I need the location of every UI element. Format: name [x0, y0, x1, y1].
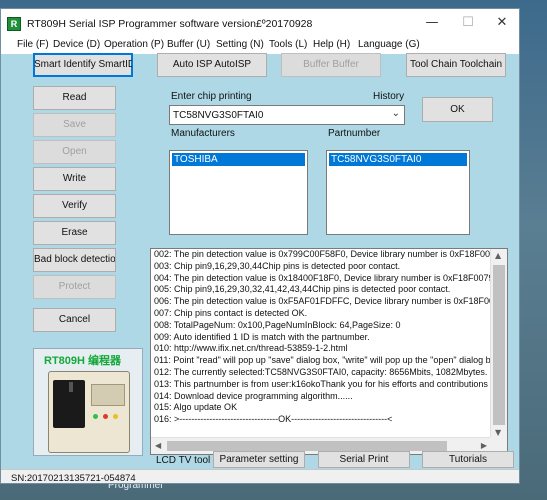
tool-chain-button[interactable]: Tool Chain Toolchain [406, 53, 506, 77]
ok-button[interactable]: OK [422, 97, 493, 122]
log-line: 009: Auto identified 1 ID is match with … [154, 331, 370, 342]
menu-buffer[interactable]: Buffer (U) [167, 39, 210, 50]
log-line: 005: Chip pin9,16,29,30,32,41,42,43,44Ch… [154, 284, 451, 295]
product-title: RT809H 编程器 [44, 355, 122, 367]
vertical-scroll-thumb[interactable] [493, 265, 505, 425]
menu-file[interactable]: File (F) [17, 39, 49, 50]
window-title: RT809H Serial ISP Programmer software ve… [27, 18, 313, 30]
save-button: Save [33, 113, 116, 137]
log-line: 007: Chip pins contact is detected OK. [154, 307, 308, 318]
scroll-up-icon[interactable]: ▲ [495, 251, 501, 260]
history-label: History [373, 91, 405, 102]
verify-button[interactable]: Verify [33, 194, 116, 218]
smart-identify-button[interactable]: Smart Identify SmartID [33, 53, 133, 77]
partnumber-list[interactable]: TC58NVG3S0FTAI0 [326, 150, 470, 235]
horizontal-scroll-thumb[interactable] [167, 441, 447, 451]
log-output[interactable]: 002: The pin detection value is 0x799C00… [150, 248, 508, 455]
log-line: 014: Download device programming algorit… [154, 390, 353, 401]
log-line: 002: The pin detection value is 0x799C00… [154, 249, 491, 259]
manufacturer-item-selected[interactable]: TOSHIBA [172, 153, 305, 166]
led-yellow-icon [113, 414, 118, 419]
menu-tools[interactable]: Tools (L) [269, 39, 307, 50]
serial-number-status: SN:20170213135721-054874 [11, 473, 136, 484]
manufacturers-list[interactable]: TOSHIBA [169, 150, 308, 235]
bad-block-detection-button[interactable]: Bad block detection l [33, 248, 116, 272]
manufacturers-label: Manufacturers [171, 128, 235, 139]
partnumber-label: Partnumber [328, 128, 381, 139]
cancel-button[interactable]: Cancel [33, 308, 116, 332]
log-line: 016: >---------------------------------O… [154, 414, 393, 425]
buffer-button: Buffer Buffer [281, 53, 381, 77]
log-line: 010: http://www.ifix.net.cn/thread-53859… [154, 343, 348, 354]
write-button[interactable]: Write [33, 167, 116, 191]
menu-help[interactable]: Help (H) [313, 39, 350, 50]
scroll-down-icon[interactable]: ▼ [495, 428, 501, 437]
menu-bar: File (F) Device (D) Operation (P) Buffer… [1, 37, 519, 54]
chip-printing-value: TC58NVG3S0FTAI0 [173, 110, 264, 121]
tutorials-button[interactable]: Tutorials [422, 451, 514, 468]
status-bar: SN:20170213135721-054874 [1, 469, 519, 484]
log-line: 006: The pin detection value is 0xF5AF01… [154, 296, 491, 307]
menu-language[interactable]: Language (G) [358, 39, 420, 50]
log-vertical-scrollbar[interactable]: ▲ ▼ [490, 249, 507, 439]
erase-button[interactable]: Erase [33, 221, 116, 245]
chevron-down-icon[interactable]: ⌄ [392, 108, 400, 119]
log-line: 004: The pin detection value is 0x18400F… [154, 272, 491, 283]
menu-operation[interactable]: Operation (P) [104, 39, 164, 50]
scroll-right-icon[interactable]: ▶ [481, 441, 487, 450]
chip-printing-combobox[interactable]: TC58NVG3S0FTAI0 ⌄ [169, 105, 405, 125]
log-line: 013: This partnumber is from user:k16oko… [154, 378, 491, 389]
auto-isp-button[interactable]: Auto ISP AutoISP [157, 53, 267, 77]
lcd-tv-tool-label[interactable]: LCD TV tool [156, 455, 210, 466]
log-lines: 002: The pin detection value is 0x799C00… [151, 249, 491, 426]
log-line: 015: Algo update OK [154, 402, 238, 413]
zif-socket-icon [53, 380, 85, 428]
scroll-left-icon[interactable]: ◀ [155, 441, 161, 450]
programmer-device-icon [48, 371, 130, 453]
menu-device[interactable]: Device (D) [53, 39, 100, 50]
log-line: 012: The currently selected:TC58NVG3S0FT… [154, 366, 488, 377]
read-button[interactable]: Read [33, 86, 116, 110]
programmer-product-image: RT809H 编程器 [33, 348, 143, 456]
partnumber-item-selected[interactable]: TC58NVG3S0FTAI0 [329, 153, 467, 166]
log-line: 008: TotalPageNum: 0x100,PageNumInBlock:… [154, 319, 401, 330]
maximize-button: ☐ [462, 15, 474, 30]
led-green-icon [93, 414, 98, 419]
close-button[interactable]: ✕ [485, 13, 519, 33]
chip-printing-label: Enter chip printing [171, 91, 252, 102]
open-button: Open [33, 140, 116, 164]
minimize-button[interactable]: — [415, 13, 449, 33]
menu-setting[interactable]: Setting (N) [216, 39, 264, 50]
log-line: 011: Point "read" will pop up "save" dia… [154, 355, 491, 366]
log-line: 003: Chip pin9,16,29,30,44Chip pins is d… [154, 260, 401, 271]
title-bar[interactable]: R RT809H Serial ISP Programmer software … [1, 9, 519, 37]
serial-print-button[interactable]: Serial Print [318, 451, 410, 468]
parameter-setting-button[interactable]: Parameter setting [213, 451, 305, 468]
app-window: R RT809H Serial ISP Programmer software … [0, 8, 520, 484]
protect-button: Protect [33, 275, 116, 299]
device-label-plate [91, 384, 125, 406]
led-red-icon [103, 414, 108, 419]
app-icon: R [7, 17, 21, 31]
